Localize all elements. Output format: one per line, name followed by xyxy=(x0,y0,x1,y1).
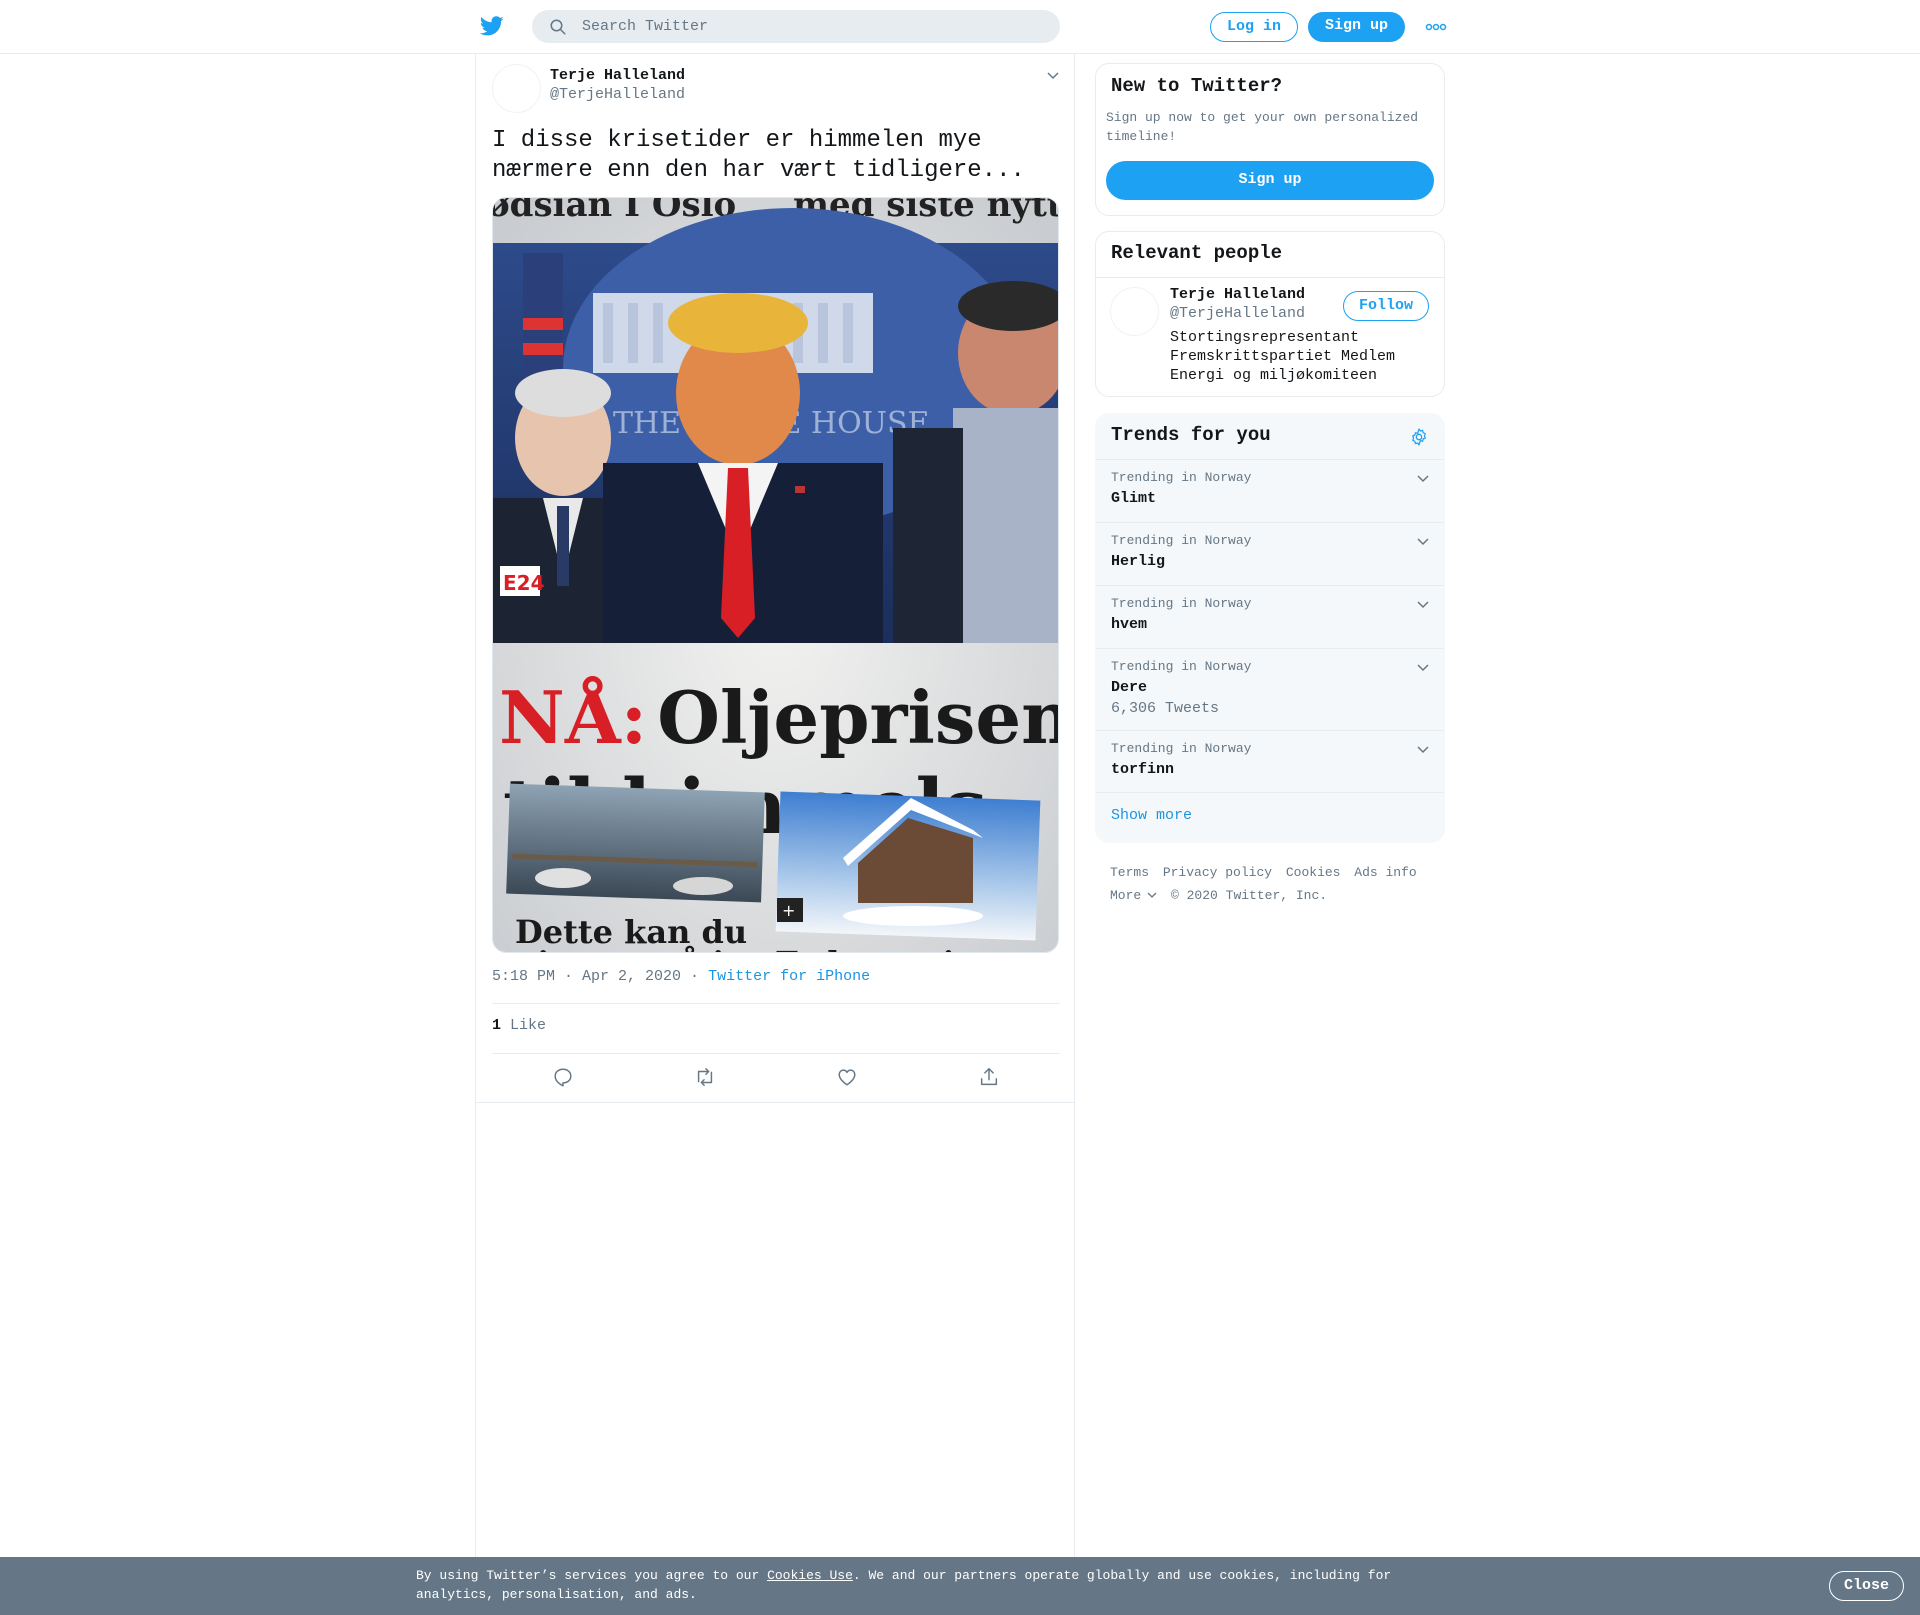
footer-terms-link[interactable]: Terms xyxy=(1110,865,1149,880)
chevron-down-icon[interactable] xyxy=(1416,537,1430,547)
reply-icon[interactable] xyxy=(552,1066,574,1088)
login-button[interactable]: Log in xyxy=(1210,12,1298,42)
person-handle[interactable]: @TerjeHalleland xyxy=(1170,305,1305,322)
retweet-icon[interactable] xyxy=(694,1066,716,1088)
trend-name: Dere xyxy=(1111,679,1148,696)
search-bar[interactable]: Search Twitter xyxy=(532,10,1060,43)
chevron-down-icon xyxy=(1147,892,1157,898)
relevant-people-card: Relevant people Terje Halleland @TerjeHa… xyxy=(1095,231,1445,397)
sidebar-signup-button[interactable]: Sign up xyxy=(1106,161,1434,200)
chevron-down-icon[interactable] xyxy=(1416,474,1430,484)
trend-context: Trending in Norway xyxy=(1111,741,1252,756)
tweet-source-link[interactable]: Twitter for iPhone xyxy=(708,968,870,985)
author-avatar[interactable] xyxy=(492,64,541,113)
heart-icon[interactable] xyxy=(836,1066,858,1088)
footer-more-label: More xyxy=(1110,888,1142,903)
chevron-down-icon[interactable] xyxy=(1416,745,1430,755)
chevron-down-icon[interactable] xyxy=(1045,70,1061,82)
tweet-image[interactable]: ødsian I Oslo med siste nytt THE WHITE H… xyxy=(492,197,1059,953)
top-header: Search Twitter Log in Sign up xyxy=(0,0,1920,54)
divider xyxy=(1096,792,1444,793)
likes-count[interactable]: 1 Like xyxy=(492,1017,546,1034)
new-to-twitter-description: Sign up now to get your own personalized… xyxy=(1106,110,1419,144)
trend-tweet-count: 6,306 Tweets xyxy=(1111,700,1220,717)
share-icon[interactable] xyxy=(978,1066,1000,1088)
tweet-column: Terje Halleland @TerjeHalleland I disse … xyxy=(475,54,1075,1557)
trend-context: Trending in Norway xyxy=(1111,659,1252,674)
like-label: Like xyxy=(510,1017,547,1034)
tweet-timestamp-row: 5:18 PM · Apr 2, 2020 · Twitter for iPho… xyxy=(492,968,870,985)
trend-context: Trending in Norway xyxy=(1111,470,1252,485)
trend-name: Herlig xyxy=(1111,553,1166,570)
divider xyxy=(476,1102,1074,1103)
show-more-link[interactable]: Show more xyxy=(1111,807,1192,824)
cookie-banner: By using Twitter’s services you agree to… xyxy=(0,1557,1920,1615)
trends-card: Trends for you Trending in Norway Glimt … xyxy=(1095,413,1445,843)
footer-links: Terms Privacy policy Cookies Ads info Mo… xyxy=(1110,861,1440,907)
footer-cookies-link[interactable]: Cookies xyxy=(1286,865,1341,880)
like-count: 1 xyxy=(492,1017,502,1034)
divider xyxy=(492,1003,1060,1004)
footer-copyright: © 2020 Twitter, Inc. xyxy=(1171,888,1328,903)
new-to-twitter-title: New to Twitter? xyxy=(1111,75,1283,97)
trends-title: Trends for you xyxy=(1111,424,1271,446)
footer-ads-link[interactable]: Ads info xyxy=(1354,865,1416,880)
person-name[interactable]: Terje Halleland xyxy=(1170,286,1305,303)
signup-button[interactable]: Sign up xyxy=(1308,12,1405,42)
divider xyxy=(492,1053,1060,1054)
search-input[interactable]: Search Twitter xyxy=(582,18,708,35)
newspaper-photo: ødsian I Oslo med siste nytt THE WHITE H… xyxy=(493,198,1059,953)
trend-item[interactable]: Trending in Norway torfinn xyxy=(1096,730,1444,792)
e24-logo: E24 xyxy=(503,571,545,595)
divider xyxy=(1096,277,1444,278)
trend-item[interactable]: Trending in Norway Glimt xyxy=(1096,459,1444,522)
caption-right: Er hytteui xyxy=(775,944,955,953)
cabin-photo: + xyxy=(775,791,1041,941)
gear-icon[interactable] xyxy=(1409,427,1429,447)
follow-button[interactable]: Follow xyxy=(1343,291,1429,321)
more-options-icon[interactable] xyxy=(1425,20,1447,34)
tweet-text: I disse krisetider er himmelen mye nærme… xyxy=(492,127,1025,184)
trend-item[interactable]: Trending in Norway hvem xyxy=(1096,585,1444,648)
trend-item[interactable]: Trending in Norway Herlig xyxy=(1096,522,1444,585)
avatar[interactable] xyxy=(1110,287,1159,336)
svg-text:+: + xyxy=(782,901,795,920)
trend-context: Trending in Norway xyxy=(1111,596,1252,611)
new-to-twitter-card: New to Twitter? Sign up now to get your … xyxy=(1095,63,1445,216)
press-photo: THE WHITE HOUSE xyxy=(493,208,1058,643)
trend-name: torfinn xyxy=(1111,761,1175,778)
trend-context: Trending in Norway xyxy=(1111,533,1252,548)
author-handle[interactable]: @TerjeHalleland xyxy=(550,86,685,103)
masthead-left: ødsian I Oslo xyxy=(493,198,736,225)
trend-name: Glimt xyxy=(1111,490,1157,507)
tweet-time[interactable]: 5:18 PM · Apr 2, 2020 xyxy=(492,968,681,985)
person-bio: Stortingsrepresentant Fremskrittspartiet… xyxy=(1170,329,1396,384)
footer-more-menu[interactable]: More xyxy=(1110,888,1157,903)
cookie-text-before: By using Twitter’s services you agree to… xyxy=(416,1568,768,1583)
search-icon xyxy=(550,19,566,35)
caption-left-2: gjøre også i xyxy=(515,944,724,953)
cookies-use-link[interactable]: Cookies Use xyxy=(767,1568,853,1583)
chevron-down-icon[interactable] xyxy=(1416,663,1430,673)
twitter-logo-icon[interactable] xyxy=(479,14,505,38)
relevant-people-title: Relevant people xyxy=(1111,242,1283,264)
meta-separator: · xyxy=(690,968,700,985)
cookie-notice-text: By using Twitter’s services you agree to… xyxy=(416,1566,1416,1604)
trend-item[interactable]: Trending in Norway Dere 6,306 Tweets xyxy=(1096,648,1444,730)
author-name[interactable]: Terje Halleland xyxy=(550,67,685,84)
harbour-photo xyxy=(506,783,765,903)
headline-top: NÅ: Oljeprisen xyxy=(499,675,1059,760)
footer-privacy-link[interactable]: Privacy policy xyxy=(1163,865,1272,880)
chevron-down-icon[interactable] xyxy=(1416,600,1430,610)
trend-name: hvem xyxy=(1111,616,1148,633)
close-button[interactable]: Close xyxy=(1829,1571,1904,1601)
